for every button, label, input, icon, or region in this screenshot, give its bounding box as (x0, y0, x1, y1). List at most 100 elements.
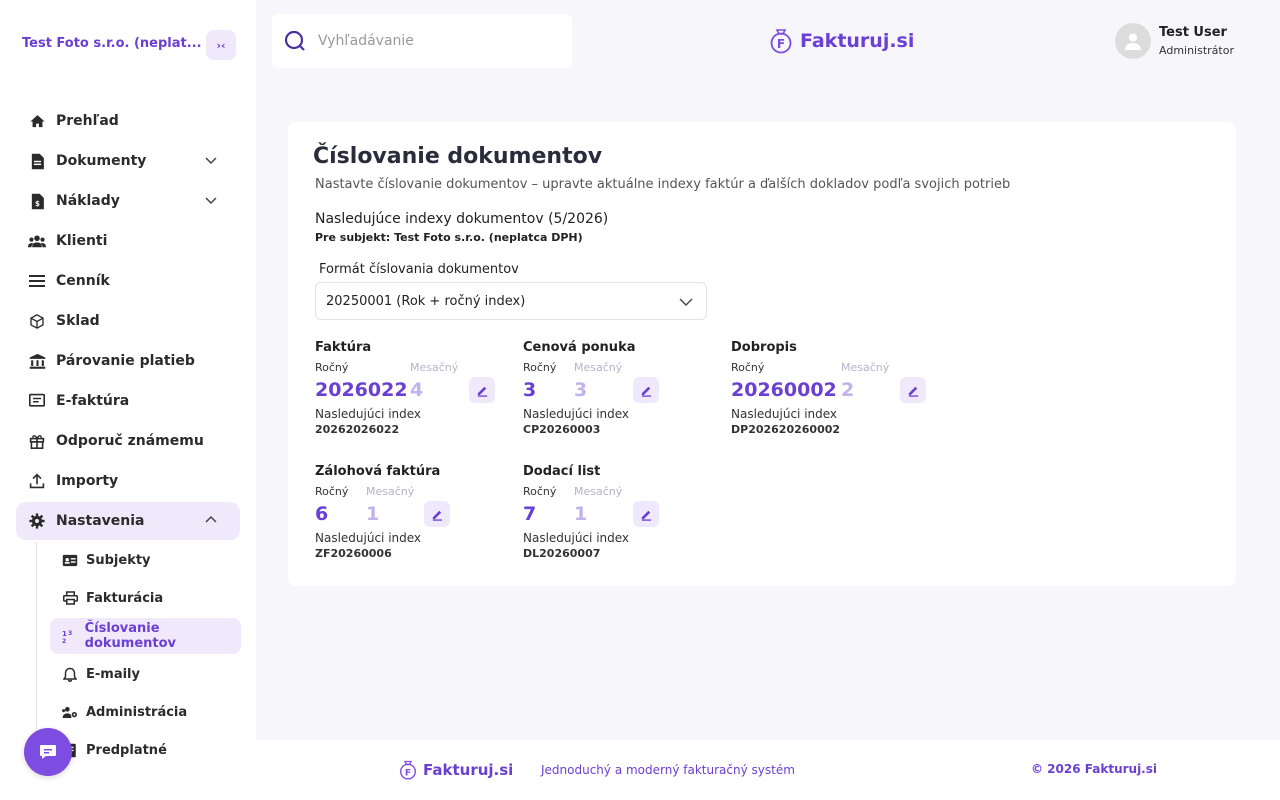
sidebar-item-e-faktura[interactable]: E-faktúra (16, 382, 240, 420)
edit-button[interactable] (633, 377, 659, 403)
footer-logo[interactable]: F Fakturuj.si (398, 760, 513, 780)
doc-faktura: Faktúra Ročný Mesačný 2026022 4 Nasleduj… (315, 340, 515, 436)
logo-icon: F (770, 29, 792, 54)
sidebar-subitem-cislovanie-dokumentov[interactable]: 132 Číslovanie dokumentov (50, 618, 241, 654)
sidebar-item-prehlad[interactable]: Prehľad (16, 102, 240, 140)
sidebar-item-nastavenia[interactable]: Nastavenia (16, 502, 240, 540)
sidebar-item-label: Párovanie platieb (56, 353, 195, 369)
monthly-label: Mesačný (410, 361, 459, 374)
next-index-value: DP202620260002 (731, 423, 841, 436)
svg-text:3: 3 (68, 630, 72, 637)
yearly-value: 6 (315, 503, 329, 525)
sidebar-item-importy[interactable]: Importy (16, 462, 240, 500)
yearly-label: Ročný (315, 361, 349, 374)
sidebar-subitem-label: E-maily (86, 666, 140, 682)
sidebar-item-klienti[interactable]: Klienti (16, 222, 240, 260)
footer: F Fakturuj.si Jednoduchý a moderný faktu… (256, 740, 1280, 800)
logo-text: Fakturuj.si (800, 30, 915, 52)
doc-dodaci-list: Dodací list Ročný Mesačný 7 1 Nasledujúc… (523, 464, 723, 560)
doc-zalohova-faktura: Zálohová faktúra Ročný Mesačný 6 1 Nasle… (315, 464, 515, 560)
sidebar: Test Foto s.r.o. (neplat... ›‹ Prehľad D… (0, 0, 256, 800)
sidebar-item-label: Sklad (56, 313, 100, 329)
sidebar-subitem-e-maily[interactable]: E-maily (50, 656, 241, 692)
doc-title: Cenová ponuka (523, 340, 636, 355)
user-icon (1125, 33, 1141, 50)
page-title: Číslovanie dokumentov (313, 144, 603, 169)
next-index-value: ZF20260006 (315, 547, 392, 560)
sidebar-item-label: Klienti (56, 233, 108, 249)
sidebar-item-sklad[interactable]: Sklad (16, 302, 240, 340)
svg-text:2: 2 (62, 638, 66, 643)
format-select[interactable]: 20250001 (Rok + ročný index) (315, 282, 707, 320)
sidebar-subitem-label: Subjekty (86, 552, 151, 568)
upload-icon (28, 472, 46, 490)
sidebar-item-label: Prehľad (56, 113, 119, 129)
next-index-label: Nasledujúci index (523, 531, 630, 545)
chevron-up-icon (205, 515, 217, 523)
sidebar-subitem-fakturacia[interactable]: Fakturácia (50, 580, 241, 616)
sidebar-nav: Prehľad Dokumenty $ Náklady Klienti Cenn… (16, 102, 241, 770)
doc-title: Faktúra (315, 340, 372, 355)
sidebar-subitem-predplatne[interactable]: Predplatné (50, 732, 241, 768)
svg-text:F: F (777, 37, 785, 51)
search-input[interactable] (318, 33, 548, 49)
printer-icon (62, 590, 78, 606)
app-logo[interactable]: F Fakturuj.si (768, 28, 914, 54)
avatar (1115, 23, 1151, 59)
company-name[interactable]: Test Foto s.r.o. (neplat... (22, 36, 202, 51)
monthly-value: 4 (410, 379, 424, 401)
box-icon (28, 312, 46, 330)
gift-icon (28, 432, 46, 450)
yearly-label: Ročný (731, 361, 765, 374)
sidebar-item-label: Odporuč známemu (56, 433, 204, 449)
footer-copyright: © 2026 Fakturuj.si (1031, 762, 1157, 776)
user-name: Test User (1159, 25, 1227, 40)
edit-button[interactable] (900, 377, 926, 403)
edit-button[interactable] (469, 377, 495, 403)
next-index-value: 20262026022 (315, 423, 400, 436)
yearly-value: 3 (523, 379, 537, 401)
bell-icon (62, 666, 78, 682)
sidebar-subitem-subjekty[interactable]: Subjekty (50, 542, 241, 578)
monthly-label: Mesačný (366, 485, 415, 498)
sidebar-subitem-label: Fakturácia (86, 590, 164, 606)
search-box[interactable] (272, 14, 572, 68)
users-gear-icon (62, 704, 78, 720)
monthly-value: 1 (366, 503, 380, 525)
sidebar-item-dokumenty[interactable]: Dokumenty (16, 142, 240, 180)
document-icon (28, 152, 46, 170)
list-icon (28, 272, 46, 290)
footer-logo-text: Fakturuj.si (423, 761, 514, 779)
sidebar-item-parovanie-platieb[interactable]: Párovanie platieb (16, 342, 240, 380)
monthly-label: Mesačný (574, 485, 623, 498)
monthly-value: 3 (574, 379, 588, 401)
sidebar-item-odporuc-znamemu[interactable]: Odporuč známemu (16, 422, 240, 460)
sidebar-item-cennik[interactable]: Cenník (16, 262, 240, 300)
doc-dobropis: Dobropis Ročný Mesačný 20260002 2 Nasled… (731, 340, 931, 436)
chevron-down-icon (679, 298, 693, 306)
pencil-icon (908, 386, 918, 397)
sidebar-item-naklady[interactable]: $ Náklady (16, 182, 240, 220)
home-icon (28, 112, 46, 130)
sidebar-item-label: E-faktúra (56, 393, 130, 409)
collapse-sidebar-button[interactable]: ›‹ (206, 30, 236, 60)
yearly-label: Ročný (523, 485, 557, 498)
pencil-icon (641, 510, 651, 521)
sidebar-item-label: Cenník (56, 273, 110, 289)
section-subtitle: Pre subjekt: Test Foto s.r.o. (neplatca … (315, 231, 583, 244)
yearly-value: 2026022 (315, 379, 408, 401)
doc-title: Zálohová faktúra (315, 464, 441, 479)
edit-button[interactable] (424, 501, 450, 527)
message-list-icon (28, 392, 46, 410)
svg-text:F: F (405, 767, 411, 778)
id-card-icon (62, 552, 78, 568)
edit-button[interactable] (633, 501, 659, 527)
chevron-down-icon (205, 197, 217, 205)
svg-text:$: $ (35, 198, 40, 207)
sidebar-subitem-administracia[interactable]: Administrácia (50, 694, 241, 730)
monthly-label: Mesačný (574, 361, 623, 374)
chat-button[interactable] (24, 728, 72, 776)
sidebar-subitem-label: Predplatné (86, 742, 167, 758)
yearly-value: 7 (523, 503, 537, 525)
user-menu[interactable]: Test User Administrátor (1115, 23, 1234, 59)
